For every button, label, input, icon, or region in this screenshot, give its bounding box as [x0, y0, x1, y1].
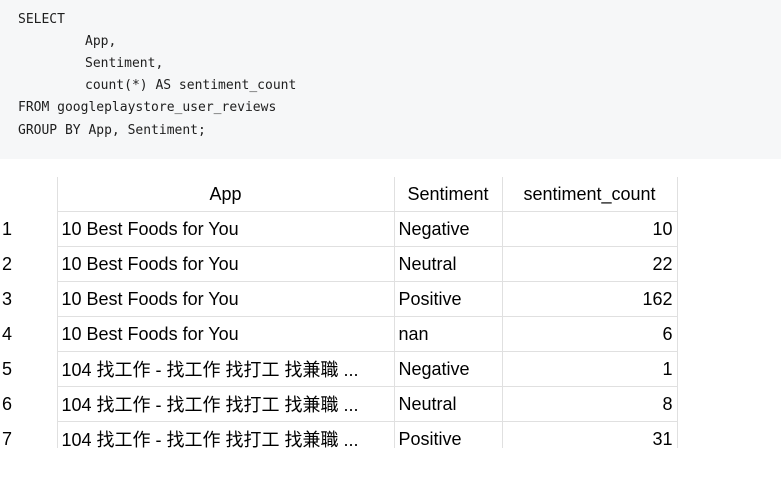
cell-app: 104 找工作 - 找工作 找打工 找兼職 ...: [57, 421, 395, 448]
header-sentiment: Sentiment: [394, 177, 503, 212]
table-row: 1 10 Best Foods for You Negative 10: [0, 211, 678, 247]
row-index: 6: [0, 386, 58, 422]
cell-count: 10: [502, 211, 678, 247]
row-index: 1: [0, 211, 58, 247]
sql-line-sentiment: Sentiment,: [85, 56, 164, 71]
header-app: App: [57, 177, 395, 212]
cell-app: 104 找工作 - 找工作 找打工 找兼職 ...: [57, 351, 395, 387]
sql-line-group-by: GROUP BY App, Sentiment;: [18, 123, 206, 138]
cell-sentiment: Neutral: [394, 246, 503, 282]
cell-app: 10 Best Foods for You: [57, 246, 395, 282]
cell-sentiment: Positive: [394, 421, 503, 448]
sql-code-block: SELECT App, Sentiment, count(*) AS senti…: [0, 0, 781, 159]
cell-app: 10 Best Foods for You: [57, 316, 395, 352]
cell-count: 31: [502, 421, 678, 448]
sql-line-from: FROM googleplaystore_user_reviews: [18, 100, 277, 115]
header-sentiment-count: sentiment_count: [502, 177, 678, 212]
cell-app: 104 找工作 - 找工作 找打工 找兼職 ...: [57, 386, 395, 422]
cell-count: 1: [502, 351, 678, 387]
table-row: 3 10 Best Foods for You Positive 162: [0, 281, 678, 317]
result-table-container: App Sentiment sentiment_count 1 10 Best …: [0, 177, 700, 448]
row-index: 2: [0, 246, 58, 282]
row-index: 4: [0, 316, 58, 352]
cell-sentiment: Positive: [394, 281, 503, 317]
sql-line-select: SELECT: [18, 12, 65, 27]
table-row: 2 10 Best Foods for You Neutral 22: [0, 246, 678, 282]
cell-count: 6: [502, 316, 678, 352]
header-row: App Sentiment sentiment_count: [0, 177, 678, 212]
header-index: [0, 177, 58, 212]
cell-sentiment: Neutral: [394, 386, 503, 422]
sql-line-app: App,: [85, 34, 117, 49]
cell-sentiment: nan: [394, 316, 503, 352]
cell-sentiment: Negative: [394, 351, 503, 387]
cell-count: 8: [502, 386, 678, 422]
table-row: 5 104 找工作 - 找工作 找打工 找兼職 ... Negative 1: [0, 351, 678, 387]
row-index: 3: [0, 281, 58, 317]
table-row: 6 104 找工作 - 找工作 找打工 找兼職 ... Neutral 8: [0, 386, 678, 422]
sql-line-count: count(*) AS sentiment_count: [85, 78, 297, 93]
cell-app: 10 Best Foods for You: [57, 211, 395, 247]
cell-sentiment: Negative: [394, 211, 503, 247]
row-index: 5: [0, 351, 58, 387]
result-table: App Sentiment sentiment_count 1 10 Best …: [0, 177, 678, 448]
cell-app: 10 Best Foods for You: [57, 281, 395, 317]
row-index: 7: [0, 421, 58, 448]
cell-count: 22: [502, 246, 678, 282]
table-row: 4 10 Best Foods for You nan 6: [0, 316, 678, 352]
table-row: 7 104 找工作 - 找工作 找打工 找兼職 ... Positive 31: [0, 421, 678, 448]
cell-count: 162: [502, 281, 678, 317]
